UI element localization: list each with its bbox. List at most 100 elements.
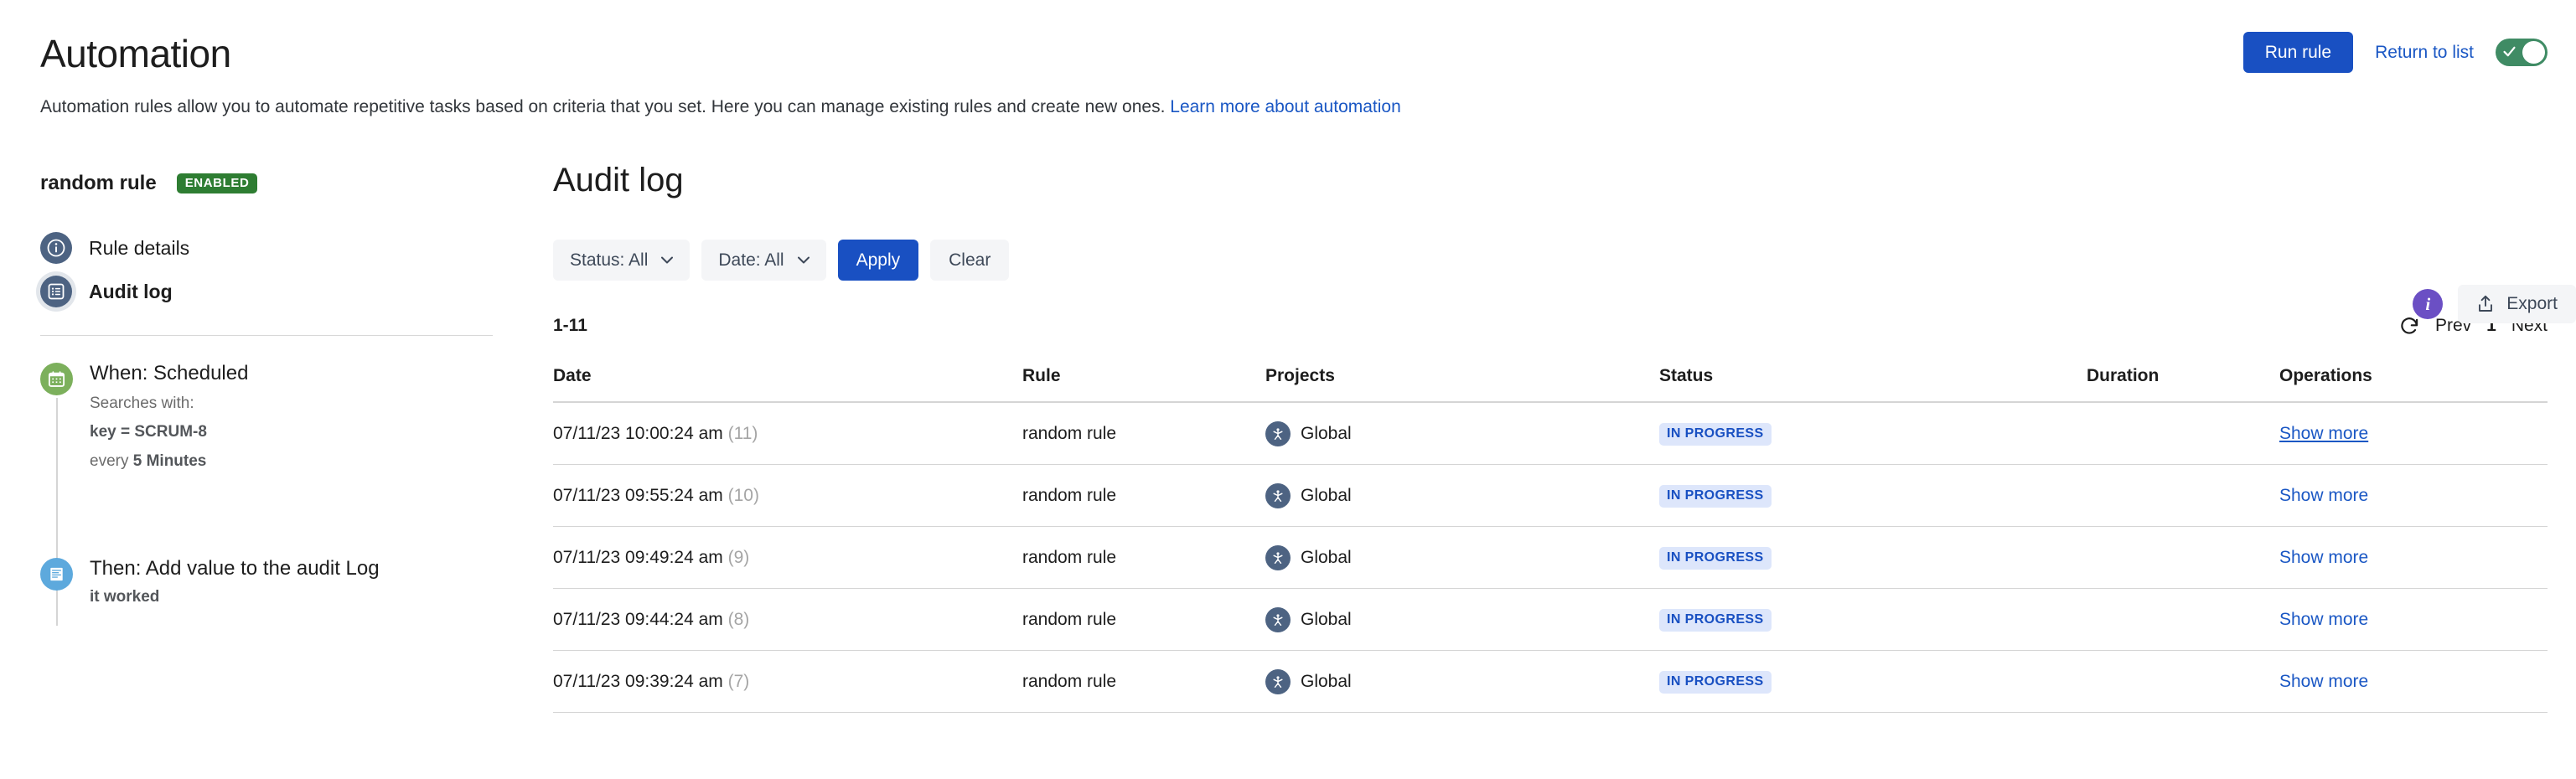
flow-step-title: Then: Add value to the audit Log [90, 556, 380, 580]
column-header-operations: Operations [2279, 366, 2548, 404]
cell-operations: Show more [2279, 526, 2548, 590]
checkmark-icon [2503, 46, 2516, 57]
column-header-rule: Rule [1022, 366, 1265, 404]
flow-step-when[interactable]: When: Scheduled Searches with: key = SCR… [40, 361, 520, 474]
flow-step-then[interactable]: Then: Add value to the audit Log it work… [40, 556, 520, 610]
show-more-link[interactable]: Show more [2279, 486, 2368, 505]
project-chip: Global [1265, 607, 1659, 633]
sidebar-item-audit-log[interactable]: Audit log [40, 270, 520, 313]
table-row: 07/11/23 09:55:24 am (10) random rule Glo… [553, 464, 2548, 528]
cell-projects: Global [1265, 464, 1659, 528]
cell-date: 07/11/23 10:00:24 am (11) [553, 402, 1022, 466]
table-header-row: Date Rule Projects Status Duration Opera… [553, 366, 2548, 404]
run-rule-button[interactable]: Run rule [2242, 32, 2354, 74]
cell-rule: random rule [1022, 464, 1265, 528]
table-body: 07/11/23 10:00:24 am (11) random rule Glo… [553, 402, 2548, 714]
rule-value: random rule [1022, 486, 1117, 506]
project-chip: Global [1265, 483, 1659, 509]
flow-step-detail: it worked [90, 587, 160, 606]
cell-rule: random rule [1022, 650, 1265, 714]
cell-operations: Show more [2279, 650, 2548, 714]
page-title: Automation [40, 32, 231, 75]
export-label: Export [2506, 294, 2558, 314]
export-button[interactable]: Export [2458, 285, 2576, 323]
sidebar-item-label: Rule details [89, 236, 190, 259]
cell-status: IN PROGRESS [1659, 464, 2087, 528]
flow-step-then-body: Then: Add value to the audit Log it work… [90, 556, 380, 610]
date-filter-label: Date: All [718, 250, 784, 270]
cell-date: 07/11/23 09:55:24 am (10) [553, 464, 1022, 528]
cell-status: IN PROGRESS [1659, 526, 2087, 590]
status-badge: IN PROGRESS [1659, 485, 1772, 508]
project-chip: Global [1265, 545, 1659, 571]
global-project-icon [1265, 545, 1291, 571]
return-to-list-link[interactable]: Return to list [2375, 43, 2474, 63]
global-project-glyph [1273, 676, 1283, 689]
cell-duration [2087, 464, 2279, 528]
cell-date: 07/11/23 09:39:24 am (7) [553, 650, 1022, 714]
toggle-knob [2522, 41, 2545, 64]
date-sequence: (11) [727, 424, 758, 444]
apply-filters-button[interactable]: Apply [837, 240, 919, 281]
cell-status: IN PROGRESS [1659, 650, 2087, 714]
flow-frequency-value: 5 Minutes [132, 452, 207, 470]
audit-log-panel: Audit log Status: All Date: All Apply Cl… [553, 159, 2576, 779]
date-sequence: (7) [727, 672, 750, 692]
status-badge: IN PROGRESS [1659, 671, 1772, 694]
cell-operations: Show more [2279, 588, 2548, 652]
show-more-link[interactable]: Show more [2279, 672, 2368, 691]
document-lines-icon [40, 557, 73, 591]
flow-step-title: When: Scheduled [90, 362, 249, 384]
info-icon[interactable]: i [2413, 289, 2444, 319]
cell-rule: random rule [1022, 402, 1265, 466]
learn-more-link[interactable]: Learn more about automation [1170, 97, 1401, 116]
date-value: 07/11/23 09:44:24 am [553, 610, 723, 630]
status-filter-dropdown[interactable]: Status: All [553, 240, 691, 281]
status-badge: IN PROGRESS [1659, 609, 1772, 632]
rule-nav: Rule details Audit log [40, 226, 520, 313]
global-project-glyph [1273, 614, 1283, 627]
global-project-icon [1265, 483, 1291, 509]
date-value: 07/11/23 09:39:24 am [553, 672, 723, 692]
rule-sidebar: random rule ENABLED Rule details Audit l… [0, 159, 553, 779]
project-name: Global [1301, 672, 1352, 692]
date-value: 07/11/23 10:00:24 am [553, 424, 723, 444]
cell-rule: random rule [1022, 526, 1265, 590]
panel-tools: i Export [2413, 285, 2576, 323]
chevron-down-icon [661, 256, 674, 264]
rule-enabled-toggle[interactable] [2496, 39, 2548, 67]
cell-operations: Show more [2279, 464, 2548, 528]
global-project-icon [1265, 607, 1291, 633]
cell-projects: Global [1265, 650, 1659, 714]
document-lines-glyph [50, 567, 63, 580]
calendar-glyph [48, 371, 65, 387]
clear-filters-button[interactable]: Clear [930, 240, 1010, 281]
date-value: 07/11/23 09:55:24 am [553, 486, 723, 506]
cell-date: 07/11/23 09:49:24 am (9) [553, 526, 1022, 590]
body-area: random rule ENABLED Rule details Audit l… [0, 159, 2576, 779]
date-filter-dropdown[interactable]: Date: All [701, 240, 826, 281]
project-name: Global [1301, 548, 1352, 568]
rule-flow: When: Scheduled Searches with: key = SCR… [40, 361, 520, 626]
sidebar-item-rule-details[interactable]: Rule details [40, 226, 520, 270]
page-subtitle-text: Automation rules allow you to automate r… [40, 96, 1166, 116]
panel-title: Audit log [553, 162, 684, 199]
show-more-link[interactable]: Show more [2279, 610, 2368, 629]
cell-duration [2087, 526, 2279, 590]
global-project-icon [1265, 669, 1291, 695]
cell-duration [2087, 402, 2279, 466]
result-count: 1-11 [553, 316, 587, 336]
status-badge: IN PROGRESS [1659, 423, 1772, 446]
flow-step-subtitle: Searches with: [90, 395, 194, 412]
date-sequence: (10) [727, 486, 759, 506]
filter-bar: Status: All Date: All Apply Clear [553, 240, 2548, 281]
rule-value: random rule [1022, 672, 1117, 692]
show-more-link[interactable]: Show more [2279, 548, 2368, 567]
date-sequence: (9) [727, 548, 750, 568]
project-chip: Global [1265, 669, 1659, 695]
cell-projects: Global [1265, 588, 1659, 652]
cell-rule: random rule [1022, 588, 1265, 652]
column-header-date: Date [553, 366, 1022, 404]
show-more-link[interactable]: Show more [2279, 424, 2368, 443]
header-actions: Run rule Return to list [2242, 32, 2548, 74]
